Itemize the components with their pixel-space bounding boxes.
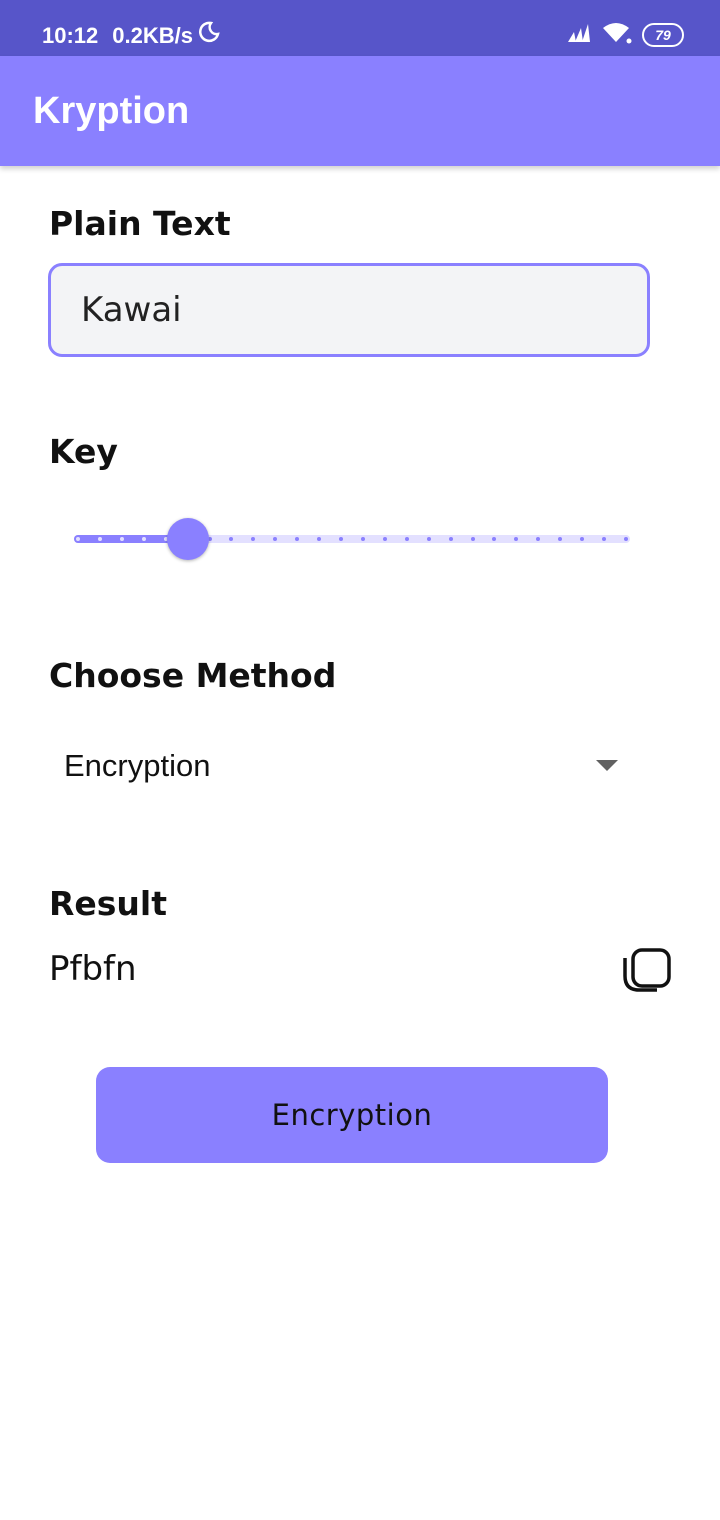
slider-tick [448,537,453,541]
slider-tick [141,537,146,541]
slider-tick [624,537,628,541]
slider-tick [119,537,124,541]
copy-icon [623,948,671,992]
app-title: Kryption [33,90,190,132]
plain-text-input[interactable] [48,263,650,357]
slider-tick [470,537,475,541]
status-right: 79 [556,20,684,50]
method-selected: Encryption [64,748,211,783]
signal-icon [566,22,592,48]
dropdown-arrow-icon [596,760,618,771]
key-slider[interactable] [74,518,630,560]
plain-text-label: Plain Text [49,204,231,243]
app-bar: Kryption [0,56,720,166]
slider-tick [382,537,387,541]
status-left: 10:12 0.2KB/s [42,20,221,52]
encryption-button[interactable]: Encryption [96,1067,608,1163]
slider-tick [404,537,409,541]
slider-tick [426,537,431,541]
wifi-icon [602,22,632,48]
status-time: 10:12 [42,23,99,48]
status-network-speed: 0.2KB/s [112,23,193,48]
key-label: Key [49,432,118,471]
result-value: Pfbfn [49,949,137,989]
method-dropdown[interactable]: Encryption [48,730,630,802]
slider-tick [76,537,80,541]
result-label: Result [49,884,168,923]
slider-tick [339,537,344,541]
slider-tick [97,537,102,541]
method-label: Choose Method [49,656,337,695]
copy-button[interactable] [620,940,676,996]
slider-tick [360,537,365,541]
slider-thumb[interactable] [166,518,209,560]
status-bar: 10:12 0.2KB/s 79 [0,0,720,56]
moon-icon [197,20,221,52]
battery-icon: 79 [642,23,684,47]
